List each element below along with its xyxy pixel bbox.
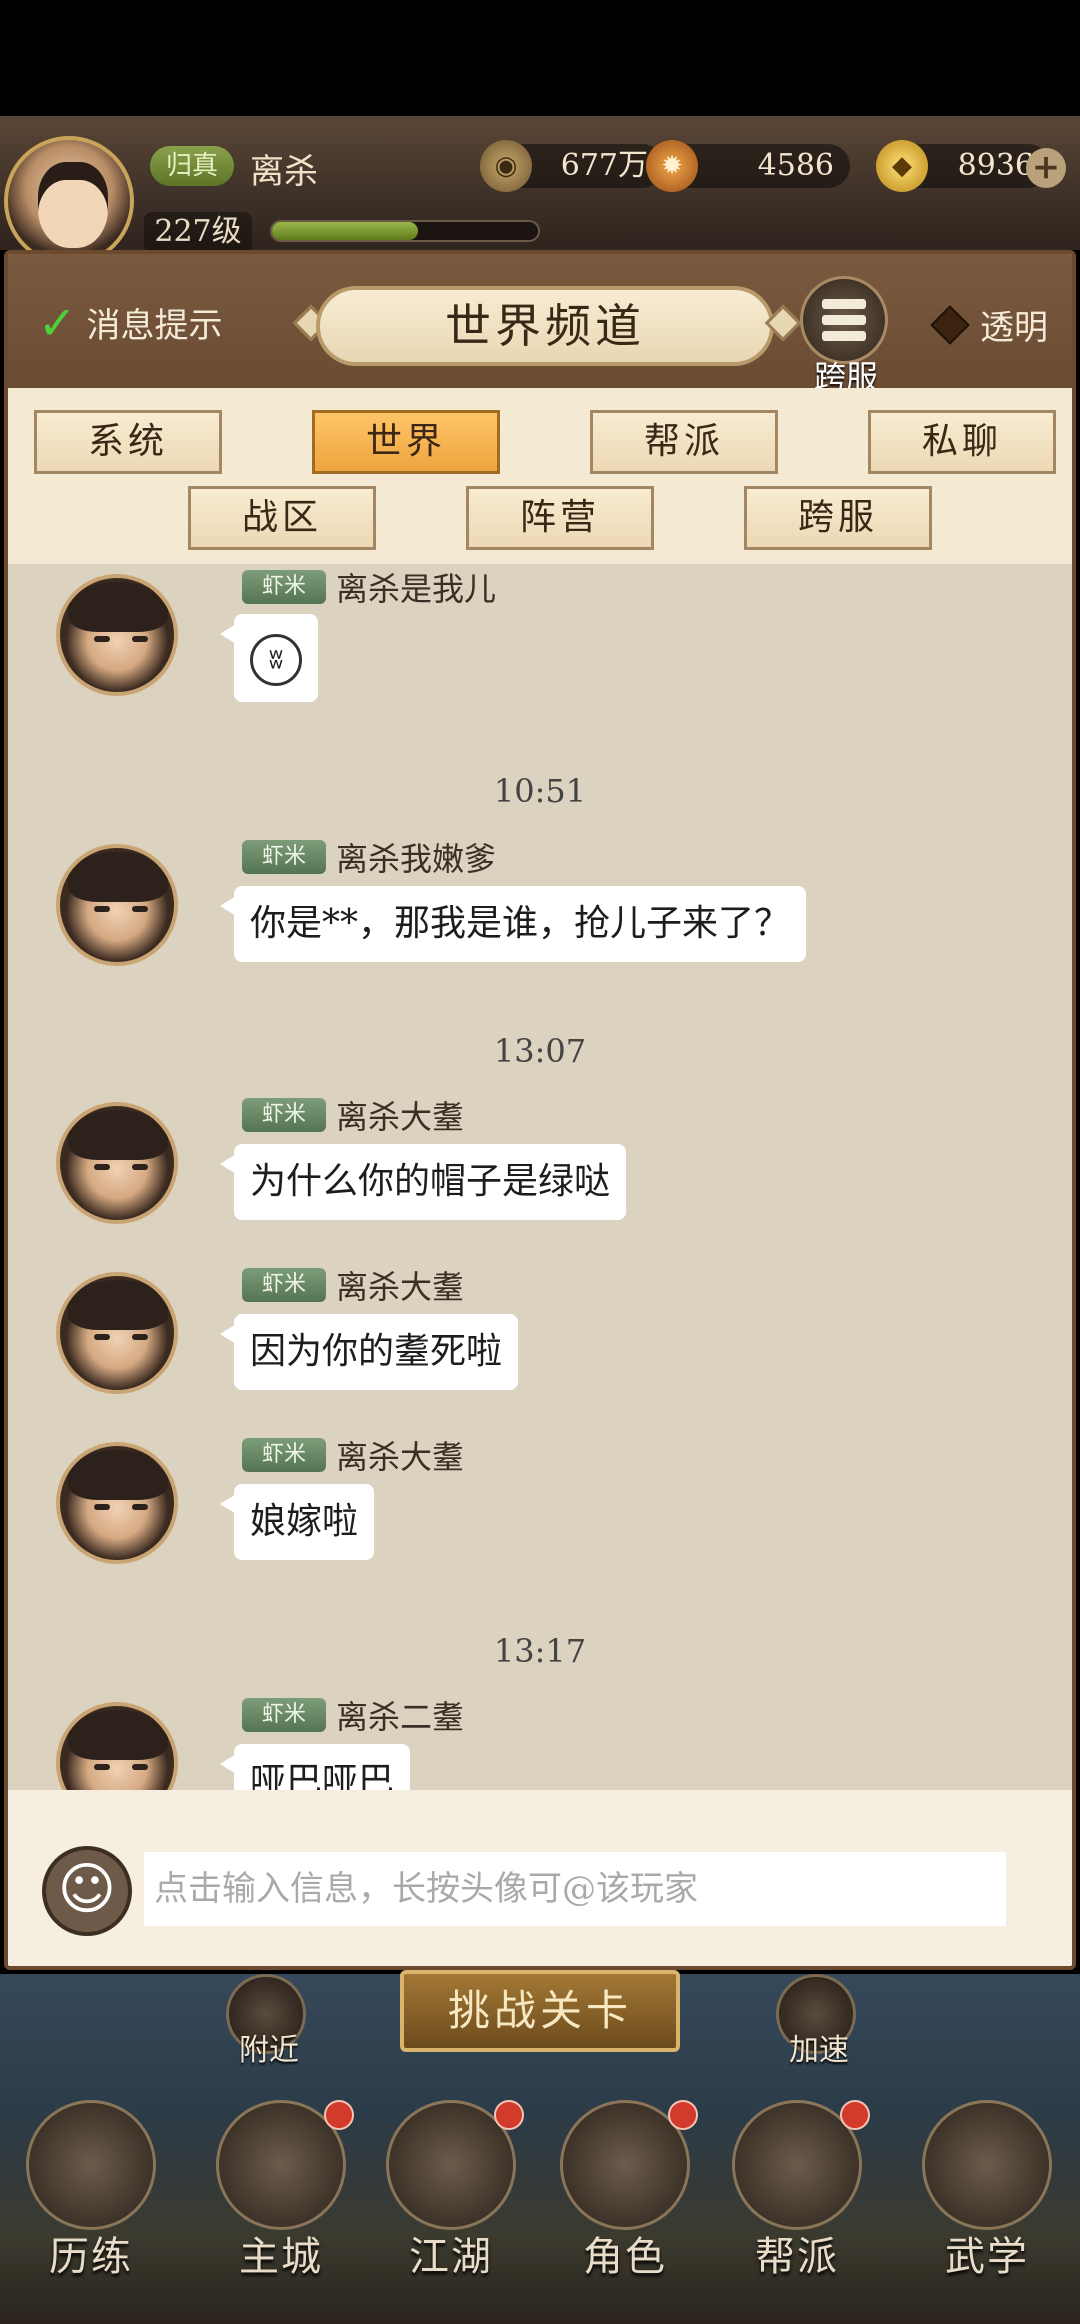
sender-avatar[interactable] — [56, 1272, 178, 1394]
transparent-toggle[interactable]: 透明 — [930, 300, 1048, 349]
tab-system[interactable]: 系统 — [34, 410, 222, 474]
tab-cross-server[interactable]: 跨服 — [744, 486, 932, 550]
exp-bar — [270, 220, 540, 242]
gem-icon: ✹ — [646, 140, 698, 192]
tab-private[interactable]: 私聊 — [868, 410, 1056, 474]
vip-tag: 虾米 — [242, 1438, 326, 1472]
speed-label: 加速 — [789, 2033, 849, 2068]
timestamp: 13:07 — [493, 1032, 587, 1070]
vip-tag: 虾米 — [242, 1098, 326, 1132]
gem-value: 4586 — [757, 148, 834, 183]
notification-badge — [668, 2100, 698, 2130]
chat-panel: ✓ 消息提示 世界频道 跨服 透明 系统 世界 帮派 私聊 战区 阵营 跨服 虾… — [4, 250, 1076, 1970]
bottom-nav: 历练 主城 江湖 角色 帮派 武学 — [0, 2084, 1080, 2324]
nav-label: 帮派 — [755, 2234, 839, 2280]
nav-jianghu[interactable]: 江湖 — [366, 2084, 536, 2324]
message-bubble: 哑巴哑巴 — [219, 1744, 411, 1790]
sender-name: 离杀我嫩爹 — [336, 840, 497, 878]
copper-counter: ◉ 677万 — [480, 140, 664, 192]
gold-counter: ◆ 8936 — [876, 140, 1050, 192]
player-name: 离杀 — [250, 152, 318, 192]
message-bubble: 你是**，那我是谁，抢儿子来了？ — [219, 886, 807, 962]
nav-character[interactable]: 角色 — [540, 2084, 710, 2324]
add-gold-button[interactable]: + — [1026, 148, 1066, 188]
nav-label: 武学 — [945, 2234, 1029, 2280]
status-bar — [0, 0, 1080, 116]
notification-badge — [494, 2100, 524, 2130]
copper-value: 677万 — [560, 148, 648, 183]
nav-guild[interactable]: 帮派 — [712, 2084, 882, 2324]
training-icon — [26, 2100, 156, 2230]
timestamp: 13:17 — [493, 1632, 587, 1670]
grin-emoji-icon: ʬ — [250, 634, 302, 686]
player-rank-badge: 归真 — [150, 146, 234, 186]
nearby-label: 附近 — [239, 2033, 299, 2068]
message-input[interactable] — [144, 1852, 1006, 1926]
vip-tag: 虾米 — [242, 570, 326, 604]
sender-name: 离杀大耋 — [336, 1098, 465, 1136]
notify-toggle[interactable]: ✓ 消息提示 — [38, 298, 223, 347]
game-scene: 附近 挑战关卡 加速 历练 主城 江湖 角色 帮派 武学 — [0, 1970, 1080, 2324]
tab-world[interactable]: 世界 — [312, 410, 500, 474]
message-bubble: 因为你的耋死啦 — [219, 1314, 519, 1390]
channel-title: 世界频道 — [316, 286, 774, 366]
gem-counter: ✹ 4586 — [646, 140, 850, 192]
nearby-button[interactable]: 附近 — [226, 1974, 306, 2068]
sender-name: 离杀是我儿 — [336, 570, 497, 608]
scroll-icon — [922, 2100, 1052, 2230]
nav-label: 主城 — [239, 2234, 323, 2280]
message-list[interactable]: 虾米 离杀是我儿 ʬ 10:51 虾米 离杀我嫩爹 你是**，那我是谁，抢儿子来了？… — [8, 564, 1072, 1790]
message-bubble: 娘嫁啦 — [219, 1484, 375, 1560]
challenge-stage-button[interactable]: 挑战关卡 — [400, 1970, 680, 2052]
nav-main-city[interactable]: 主城 — [196, 2084, 366, 2324]
player-level: 227级 — [144, 212, 252, 252]
notify-label: 消息提示 — [86, 306, 223, 346]
exp-bar-fill — [272, 222, 419, 240]
sender-avatar[interactable] — [56, 844, 178, 966]
nav-label: 角色 — [583, 2234, 667, 2280]
diamond-icon — [930, 304, 970, 345]
player-hud: 归真 离杀 227级 ◉ 677万 ✹ 4586 ◆ 8936 9011648 — [0, 116, 1080, 365]
sender-name: 离杀大耋 — [336, 1268, 465, 1306]
sender-avatar[interactable] — [56, 574, 178, 696]
nav-training[interactable]: 历练 — [6, 2084, 176, 2324]
sender-name: 离杀大耋 — [336, 1438, 465, 1476]
cross-server-button[interactable]: 跨服 — [800, 276, 892, 396]
sender-avatar[interactable] — [56, 1442, 178, 1564]
nav-label: 江湖 — [409, 2234, 493, 2280]
sender-name: 离杀二耋 — [336, 1698, 465, 1736]
tab-guild[interactable]: 帮派 — [590, 410, 778, 474]
message-bubble: 为什么你的帽子是绿哒 — [219, 1144, 627, 1220]
copper-coin-icon: ◉ — [480, 140, 532, 192]
nav-martial-arts[interactable]: 武学 — [902, 2084, 1072, 2324]
player-avatar[interactable] — [4, 136, 134, 266]
emoji-button[interactable]: ☺ — [42, 1846, 132, 1936]
tab-war-zone[interactable]: 战区 — [188, 486, 376, 550]
message-bubble: ʬ — [220, 614, 318, 702]
channel-tabs: 系统 世界 帮派 私聊 战区 阵营 跨服 — [8, 388, 1072, 564]
sender-avatar[interactable] — [56, 1102, 178, 1224]
gold-ingot-icon: ◆ — [876, 140, 928, 192]
speed-up-button[interactable]: 加速 — [776, 1974, 856, 2068]
transparent-label: 透明 — [980, 308, 1048, 348]
tab-camp[interactable]: 阵营 — [466, 486, 654, 550]
timestamp: 10:51 — [493, 772, 587, 810]
vip-tag: 虾米 — [242, 840, 326, 874]
check-icon: ✓ — [38, 295, 77, 350]
nav-label: 历练 — [49, 2234, 133, 2280]
input-bar: ☺ — [8, 1790, 1072, 1966]
gold-value: 8936 — [957, 148, 1034, 183]
chat-header: ✓ 消息提示 世界频道 跨服 透明 — [8, 254, 1072, 396]
list-icon — [800, 276, 888, 364]
vip-tag: 虾米 — [242, 1268, 326, 1302]
notification-badge — [324, 2100, 354, 2130]
notification-badge — [840, 2100, 870, 2130]
sender-avatar[interactable] — [56, 1702, 178, 1790]
vip-tag: 虾米 — [242, 1698, 326, 1732]
